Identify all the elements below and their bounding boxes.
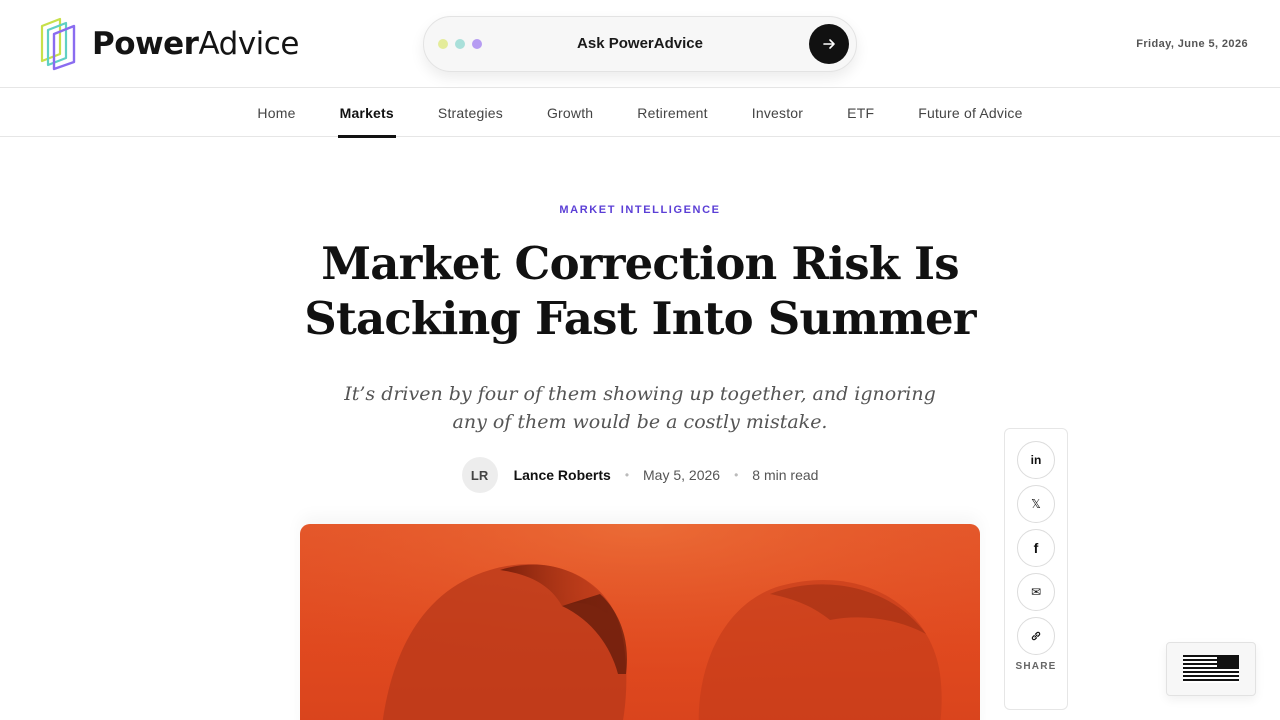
- author-name[interactable]: Lance Roberts: [514, 467, 611, 483]
- hero-image: [300, 524, 980, 720]
- byline: LR Lance Roberts • May 5, 2026 • 8 min r…: [0, 456, 1280, 494]
- share-rail: in 𝕏 f ✉ SHARE: [1004, 428, 1068, 710]
- ask-poweradvice-bar[interactable]: Ask PowerAdvice: [423, 16, 857, 72]
- facebook-icon: f: [1033, 540, 1039, 556]
- ask-submit-button[interactable]: [809, 24, 849, 64]
- logo-word-light: Advice: [198, 25, 299, 62]
- region-selector[interactable]: [1166, 642, 1256, 696]
- ask-label: Ask PowerAdvice: [577, 35, 703, 52]
- x-icon: 𝕏: [1031, 497, 1041, 511]
- share-linkedin-button[interactable]: in: [1017, 441, 1055, 479]
- logo[interactable]: PowerAdvice: [38, 16, 299, 72]
- arrow-right-icon: [823, 39, 835, 49]
- share-email-button[interactable]: ✉: [1017, 573, 1055, 611]
- us-flag-icon: [1183, 655, 1239, 683]
- hero-illustration: [300, 524, 980, 720]
- nav-item-investor[interactable]: Investor: [750, 89, 805, 137]
- logo-mark-icon: [40, 17, 76, 71]
- site-header: PowerAdvice Ask PowerAdvice Friday, June…: [0, 0, 1280, 88]
- article-headline: Market Correction Risk Is Stacking Fast …: [304, 237, 976, 345]
- share-copy-link-button[interactable]: [1017, 617, 1055, 655]
- nav-item-growth[interactable]: Growth: [545, 89, 595, 137]
- logo-word-bold: Power: [92, 25, 199, 62]
- byline-separator: •: [734, 468, 739, 482]
- nav-item-strategies[interactable]: Strategies: [436, 89, 505, 137]
- nav-item-future-of-advice[interactable]: Future of Advice: [916, 89, 1024, 137]
- logo-wordmark: PowerAdvice: [92, 25, 299, 62]
- link-icon: [1031, 631, 1041, 641]
- nav-item-markets[interactable]: Markets: [337, 89, 397, 138]
- nav-item-home[interactable]: Home: [255, 89, 297, 137]
- article-dek: It’s driven by four of them showing up t…: [344, 383, 936, 433]
- nav-items: Home Markets Strategies Growth Retiremen…: [0, 89, 1280, 138]
- mail-icon: ✉: [1030, 585, 1042, 599]
- author-avatar[interactable]: LR: [461, 457, 498, 493]
- main-nav: Home Markets Strategies Growth Retiremen…: [0, 89, 1280, 138]
- linkedin-icon: in: [1030, 453, 1042, 467]
- nav-item-etf[interactable]: ETF: [845, 89, 876, 137]
- nav-item-retirement[interactable]: Retirement: [635, 89, 709, 137]
- share-label: SHARE: [1015, 661, 1057, 672]
- share-x-button[interactable]: 𝕏: [1017, 485, 1055, 523]
- article-kicker[interactable]: MARKET INTELLIGENCE: [0, 204, 1280, 216]
- header-date: Friday, June 5, 2026: [1136, 38, 1248, 50]
- read-time: 8 min read: [752, 467, 819, 483]
- share-facebook-button[interactable]: f: [1017, 529, 1055, 567]
- publish-date: May 5, 2026: [643, 467, 721, 483]
- byline-separator: •: [624, 468, 630, 482]
